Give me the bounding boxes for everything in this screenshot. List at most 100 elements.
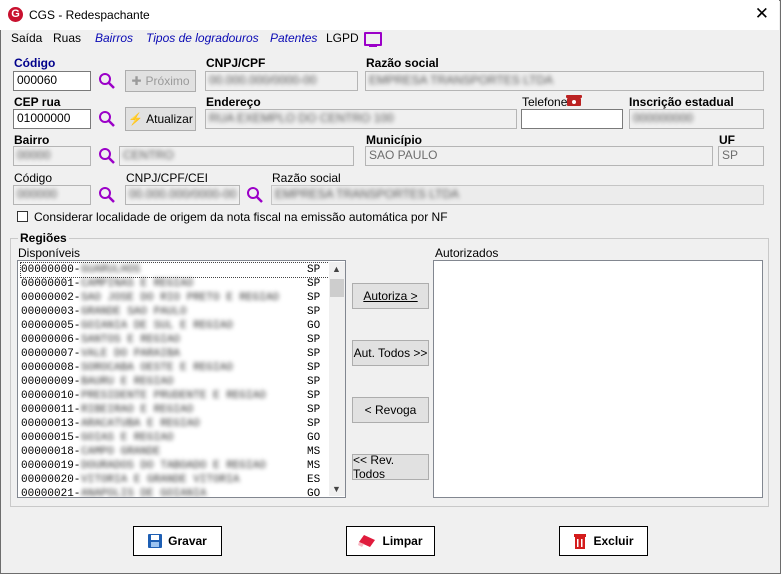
close-icon[interactable]: ✕ [755,4,769,24]
list-item-code: 00000003- [21,306,81,318]
menu-saida[interactable]: Saída [11,31,42,45]
list-item-code: 00000013- [21,418,81,430]
list-item-uf: SP [307,278,321,290]
considerar-checkbox[interactable] [17,211,28,222]
list-item-name: GUARULHOS [81,264,141,276]
list-item[interactable]: 00000018- CAMPO GRANDE MS [21,445,339,459]
scroll-up-icon[interactable]: ▲ [332,264,341,274]
list-item-name: SOROCABA OESTE E REGIAO [81,362,233,374]
trash-icon [574,533,587,549]
list-item[interactable]: 00000000- GUARULHOS SP [20,262,340,278]
autoriza-button[interactable]: Autoriza > [352,283,429,309]
scroll-thumb[interactable] [330,279,344,297]
limpar-button[interactable]: Limpar [346,526,435,556]
endereco-field: RUA EXEMPLO DO CENTRO 100 [205,109,517,129]
cnpj2-field[interactable]: 00.000.000/0000-00 [125,185,240,205]
list-item-name: SAO JOSE DO RIO PRETO E REGIAO [81,292,280,304]
telefone-input[interactable] [521,109,623,129]
search-icon[interactable] [98,186,116,204]
list-item-uf: GO [307,488,321,498]
list-item-name: PRESIDENTE PRUDENTE E REGIAO [81,390,266,402]
plus-icon: ✚ [131,74,142,88]
menu-ruas[interactable]: Ruas [53,31,81,45]
list-item-code: 00000011- [21,404,81,416]
razao-social-label: Razão social [366,56,439,70]
municipio-label: Município [366,133,422,147]
list-item-code: 00000006- [21,334,81,346]
vertical-scrollbar[interactable]: ▲ ▼ [329,262,345,496]
list-item-code: 00000007- [21,348,81,360]
list-item-uf: SP [307,418,321,430]
save-icon [148,534,163,548]
list-item-uf: GO [307,432,321,444]
list-item[interactable]: 00000001- CAMPINAS E REGIAO SP [21,277,339,291]
codigo2-field[interactable]: 000000 [13,185,91,205]
menu-patentes[interactable]: Patentes [270,31,317,45]
list-item[interactable]: 00000009- BAURU E REGIAO SP [21,375,339,389]
cep-input[interactable]: 01000000 [13,109,91,129]
list-item-uf: ES [307,474,321,486]
list-item-uf: MS [307,460,321,472]
search-icon[interactable] [98,72,116,90]
codigo-label: Código [14,56,56,70]
list-item[interactable]: 00000021- ANAPOLIS DE GOIANIA GO [21,487,339,498]
rev-todos-button[interactable]: << Rev. Todos [352,453,429,481]
menu-bairros[interactable]: Bairros [95,31,133,45]
search-icon[interactable] [98,147,116,165]
list-item-name: ANAPOLIS DE GOIANIA [81,488,207,498]
list-item[interactable]: 00000020- VITORIA E GRANDE VITORIA ES [21,473,339,487]
atualizar-label: Atualizar [146,112,193,126]
autorizados-list[interactable] [433,260,763,498]
list-item[interactable]: 00000002- SAO JOSE DO RIO PRETO E REGIAO S… [21,291,339,305]
razao2-label: Razão social [272,171,341,185]
list-item-code: 00000021- [21,488,81,498]
window-title: CGS - Redespachante [29,8,150,22]
list-item[interactable]: 00000006- SANTOS E REGIAO SP [21,333,339,347]
search-icon[interactable] [98,110,116,128]
list-item-uf: SP [307,404,321,416]
razao-social-field: EMPRESA TRANSPORTES LTDA [365,71,764,91]
revoga-button[interactable]: < Revoga [352,397,429,423]
cnpj2-label: CNPJ/CPF/CEI [126,171,209,185]
autorizados-label: Autorizados [435,246,499,260]
list-item-code: 00000009- [21,376,81,388]
list-item-name: SANTOS E REGIAO [81,334,181,346]
list-item-uf: SP [307,348,321,360]
aut-todos-button[interactable]: Aut. Todos >> [352,340,429,366]
considerar-label: Considerar localidade de origem da nota … [34,210,448,224]
inscricao-estadual-label: Inscrição estadual [629,95,734,109]
list-item-name: ARACATUBA E REGIAO [81,418,200,430]
menu-lgpd[interactable]: LGPD [326,31,359,45]
scroll-down-icon[interactable]: ▼ [332,484,341,494]
monitor-icon[interactable] [364,32,382,47]
list-item-name: RIBEIRAO E REGIAO [81,404,194,416]
list-item-code: 00000002- [21,292,81,304]
list-item[interactable]: 00000013- ARACATUBA E REGIAO SP [21,417,339,431]
list-item[interactable]: 00000007- VALE DO PARAIBA SP [21,347,339,361]
list-item[interactable]: 00000005- GOIANIA DE SUL E REGIAO GO [21,319,339,333]
list-item[interactable]: 00000019- DOURADOS DO TABOADO E REGIAO MS [21,459,339,473]
codigo-input[interactable]: 000060 [13,71,91,91]
list-item-name: CAMPINAS E REGIAO [81,278,194,290]
phone-icon [566,95,582,106]
list-item[interactable]: 00000010- PRESIDENTE PRUDENTE E REGIAO SP [21,389,339,403]
list-item-code: 00000010- [21,390,81,402]
uf-label: UF [719,133,735,147]
list-item-uf: SP [307,390,321,402]
proximo-button[interactable]: ✚ Próximo [125,70,196,92]
list-item-name: VITORIA E GRANDE VITORIA [81,474,240,486]
list-item[interactable]: 00000008- SOROCABA OESTE E REGIAO SP [21,361,339,375]
list-item-name: CAMPO GRANDE [81,446,161,458]
excluir-button[interactable]: Excluir [559,526,648,556]
disponiveis-list[interactable]: 00000000- GUARULHOS SP 00000001- CAMPINAS E … [17,260,346,498]
endereco-label: Endereço [206,95,261,109]
gravar-button[interactable]: Gravar [133,526,222,556]
list-item-code: 00000019- [21,460,81,472]
inscricao-estadual-field: 000000000 [629,109,764,129]
search-icon[interactable] [246,186,264,204]
list-item[interactable]: 00000015- GOIAS E REGIAO GO [21,431,339,445]
list-item[interactable]: 00000003- GRANDE SAO PAULO SP [21,305,339,319]
atualizar-button[interactable]: ⚡ Atualizar [125,107,196,131]
list-item[interactable]: 00000011- RIBEIRAO E REGIAO SP [21,403,339,417]
menu-tipos-logradouros[interactable]: Tipos de logradouros [146,31,259,45]
